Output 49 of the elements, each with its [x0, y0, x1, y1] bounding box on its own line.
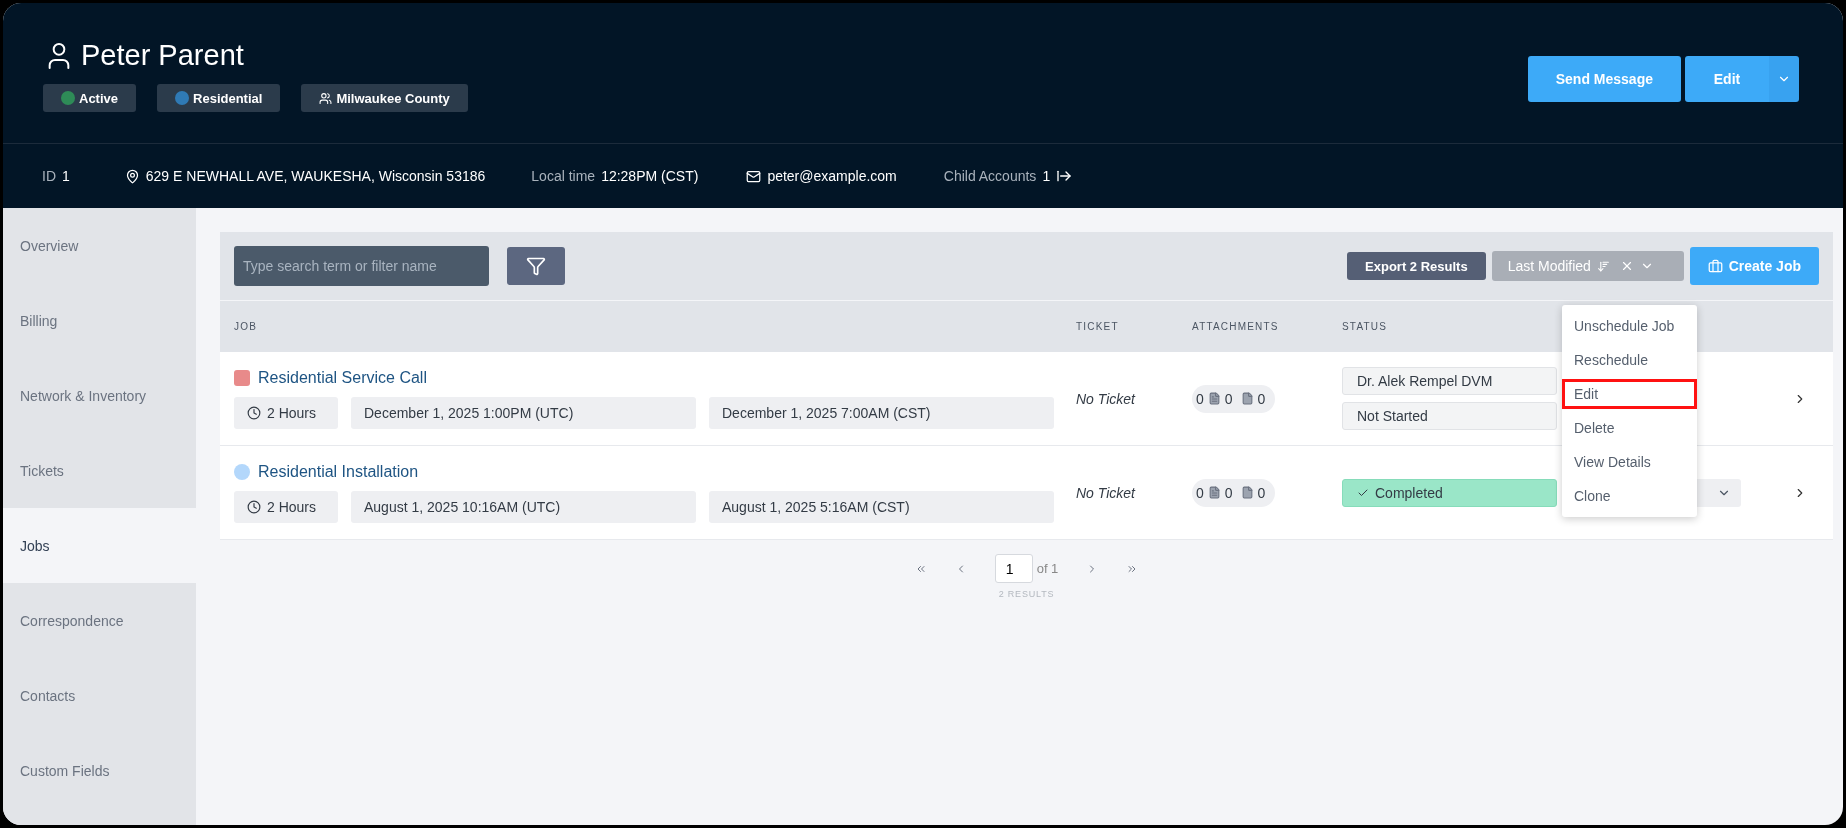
tag: Milwaukee County	[301, 84, 468, 112]
menu-item[interactable]: Clone	[1562, 481, 1697, 511]
info-value: 1	[1042, 168, 1051, 184]
date-chip: August 1, 2025 10:16AM (UTC)	[351, 490, 696, 523]
tag: Active	[43, 84, 137, 112]
job-title-link[interactable]: Residential Service Call	[258, 368, 427, 387]
attachments-pill: 0 0 0	[1192, 384, 1276, 413]
status-pill: Dr. Alek Rempel DVM	[1342, 367, 1557, 395]
info-value: 12:28PM (CST)	[601, 168, 699, 184]
duration-chip: 2 Hours	[234, 396, 338, 429]
customer-name: Peter Parent	[81, 39, 244, 72]
sidebar-item[interactable]: Network & Inventory	[3, 358, 196, 433]
date-chip: December 1, 2025 1:00PM (UTC)	[351, 396, 696, 429]
sidebar-item[interactable]: Correspondence	[3, 583, 196, 658]
duration-chip: 2 Hours	[234, 490, 338, 523]
date-chip: August 1, 2025 5:16AM (CST)	[709, 490, 1054, 523]
status-pill: Completed	[1342, 478, 1557, 507]
info-value: 1	[62, 168, 70, 184]
info-value[interactable]: peter@example.com	[767, 168, 897, 184]
menu-item[interactable]: Reschedule	[1562, 345, 1697, 375]
sidebar-item[interactable]: Contacts	[3, 658, 196, 733]
menu-item[interactable]: View Details	[1562, 447, 1697, 477]
column-header: JOB	[234, 321, 259, 332]
info-value: 629 E NEWHALL AVE, WAUKESHA, Wisconsin 53186	[145, 168, 486, 184]
page-count: of 1	[1036, 561, 1059, 576]
sidebar-item[interactable]: Custom Fields	[3, 733, 196, 808]
menu-item[interactable]: Delete	[1562, 413, 1697, 443]
sidebar-item[interactable]: Tickets	[3, 433, 196, 508]
column-header: STATUS	[1342, 321, 1389, 332]
date-chip: December 1, 2025 7:00AM (CST)	[709, 396, 1054, 429]
info-label: ID	[42, 168, 56, 184]
sidebar-item[interactable]: Billing	[3, 283, 196, 358]
status-pill: Not Started	[1342, 402, 1557, 430]
sidebar-item[interactable]: Jobs	[3, 508, 196, 583]
menu-item[interactable]: Edit	[1562, 379, 1697, 409]
menu-item[interactable]: Unschedule Job	[1562, 311, 1697, 341]
export-button[interactable]: Export 2 Results	[1347, 252, 1486, 280]
sidebar-item[interactable]: Overview	[3, 208, 196, 283]
search-field[interactable]: Type search term or filter name	[234, 246, 489, 286]
column-header: ATTACHMENTS	[1192, 321, 1280, 332]
info-label: Child Accounts	[943, 168, 1037, 184]
column-header: TICKET	[1076, 321, 1120, 332]
attachments-pill: 0 0 0	[1192, 478, 1276, 507]
page-field[interactable]: 1	[994, 554, 1033, 583]
tag: Residential	[157, 84, 281, 112]
ticket-cell-text: No Ticket	[1076, 390, 1137, 407]
info-label: Local time	[531, 168, 596, 184]
ticket-cell-text: No Ticket	[1076, 484, 1137, 501]
job-title-link[interactable]: Residential Installation	[258, 462, 419, 481]
